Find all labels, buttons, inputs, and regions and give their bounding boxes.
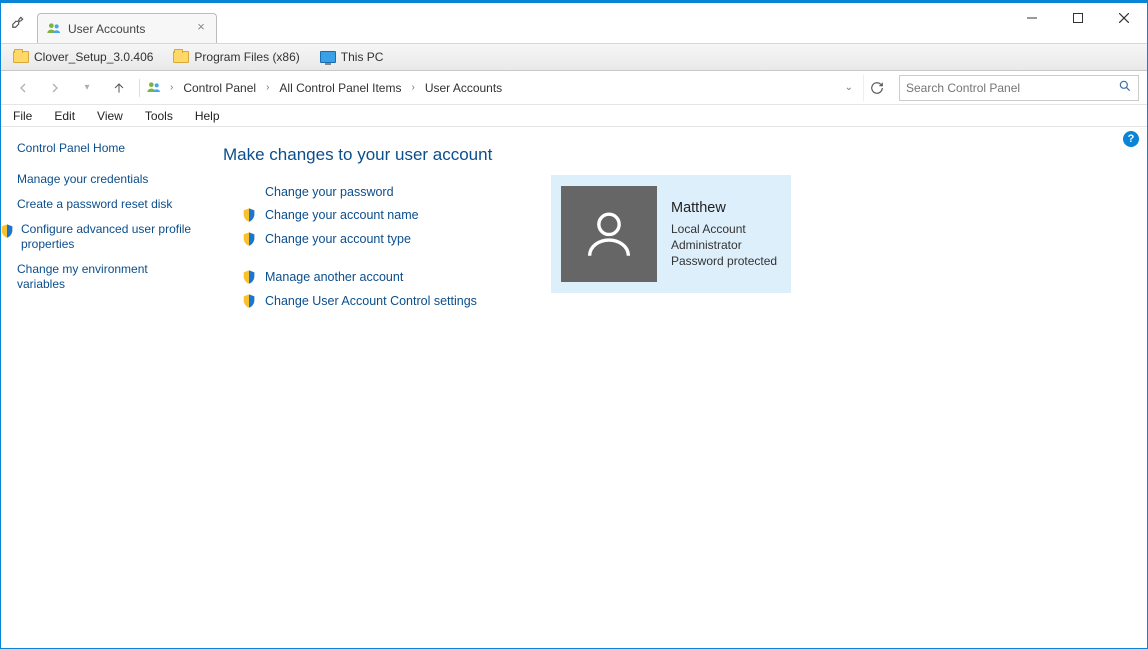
sidebar: Control Panel Home Manage your credentia… [1, 127, 211, 648]
refresh-button[interactable] [863, 75, 889, 101]
bookmark-this-pc[interactable]: This PC [316, 48, 388, 66]
chevron-right-icon[interactable]: › [407, 82, 418, 93]
window-titlebar: User Accounts × [1, 1, 1147, 43]
shield-icon [241, 269, 257, 285]
crumb-control-panel[interactable]: Control Panel [181, 77, 258, 99]
breadcrumb: Control Panel › All Control Panel Items … [181, 77, 834, 99]
user-name: Matthew [671, 199, 777, 219]
menu-file[interactable]: File [9, 107, 36, 125]
wrench-icon [7, 7, 29, 37]
change-uac-settings-link[interactable]: Change User Account Control settings [265, 294, 477, 308]
change-account-type-link[interactable]: Change your account type [265, 232, 411, 246]
separator [139, 79, 140, 97]
shield-icon [241, 231, 257, 247]
minimize-button[interactable] [1009, 3, 1055, 33]
shield-icon [0, 223, 15, 239]
user-role: Administrator [671, 237, 777, 253]
content-area: ? Control Panel Home Manage your credent… [1, 127, 1147, 648]
manage-another-account-link[interactable]: Manage another account [265, 270, 403, 284]
address-dropdown[interactable]: ⌄ [839, 82, 859, 93]
change-env-vars-link[interactable]: Change my environment variables [17, 262, 199, 292]
main-panel: Make changes to your user account Change… [211, 127, 1147, 648]
folder-icon [13, 51, 29, 63]
bookmark-program-files[interactable]: Program Files (x86) [169, 48, 303, 66]
bookmark-label: Clover_Setup_3.0.406 [34, 50, 153, 64]
control-panel-home-link[interactable]: Control Panel Home [17, 141, 199, 156]
new-tab-button[interactable] [217, 13, 245, 43]
maximize-button[interactable] [1055, 3, 1101, 33]
monitor-icon [320, 51, 336, 63]
manage-credentials-link[interactable]: Manage your credentials [17, 172, 199, 187]
change-password-link[interactable]: Change your password [265, 185, 394, 199]
search-box[interactable] [899, 75, 1139, 101]
user-meta: Matthew Local Account Administrator Pass… [671, 199, 777, 269]
avatar [561, 186, 657, 282]
user-accounts-icon [46, 21, 62, 37]
menu-edit[interactable]: Edit [50, 107, 79, 125]
menu-view[interactable]: View [93, 107, 127, 125]
menu-help[interactable]: Help [191, 107, 224, 125]
chevron-right-icon: › [166, 82, 177, 93]
up-button[interactable] [105, 74, 133, 102]
user-accounts-icon [146, 80, 162, 96]
user-password-status: Password protected [671, 253, 777, 269]
bookmark-label: This PC [341, 50, 384, 64]
back-button[interactable] [9, 74, 37, 102]
tab-title: User Accounts [68, 22, 145, 36]
forward-button[interactable] [41, 74, 69, 102]
close-button[interactable] [1101, 3, 1147, 33]
folder-icon [173, 51, 189, 63]
bookmark-bar: Clover_Setup_3.0.406 Program Files (x86)… [1, 43, 1147, 71]
configure-advanced-profile-link[interactable]: Configure advanced user profile properti… [21, 222, 199, 252]
recent-dropdown[interactable]: ▾ [73, 74, 101, 102]
shield-icon [241, 293, 257, 309]
password-reset-disk-link[interactable]: Create a password reset disk [17, 197, 199, 212]
current-user-card: Matthew Local Account Administrator Pass… [551, 175, 791, 293]
browser-tab[interactable]: User Accounts × [37, 13, 217, 43]
user-account-type: Local Account [671, 221, 777, 237]
crumb-all-items[interactable]: All Control Panel Items [277, 77, 403, 99]
bookmark-clover[interactable]: Clover_Setup_3.0.406 [9, 48, 157, 66]
tab-close-icon[interactable]: × [194, 21, 208, 35]
search-icon[interactable] [1118, 79, 1132, 96]
menu-bar: File Edit View Tools Help [1, 105, 1147, 127]
search-input[interactable] [906, 81, 1118, 95]
bookmark-label: Program Files (x86) [194, 50, 299, 64]
change-account-name-link[interactable]: Change your account name [265, 208, 419, 222]
crumb-user-accounts[interactable]: User Accounts [423, 77, 504, 99]
address-bar: ▾ › Control Panel › All Control Panel It… [1, 71, 1147, 105]
chevron-right-icon[interactable]: › [262, 82, 273, 93]
menu-tools[interactable]: Tools [141, 107, 177, 125]
shield-icon [241, 207, 257, 223]
page-heading: Make changes to your user account [223, 145, 1127, 165]
